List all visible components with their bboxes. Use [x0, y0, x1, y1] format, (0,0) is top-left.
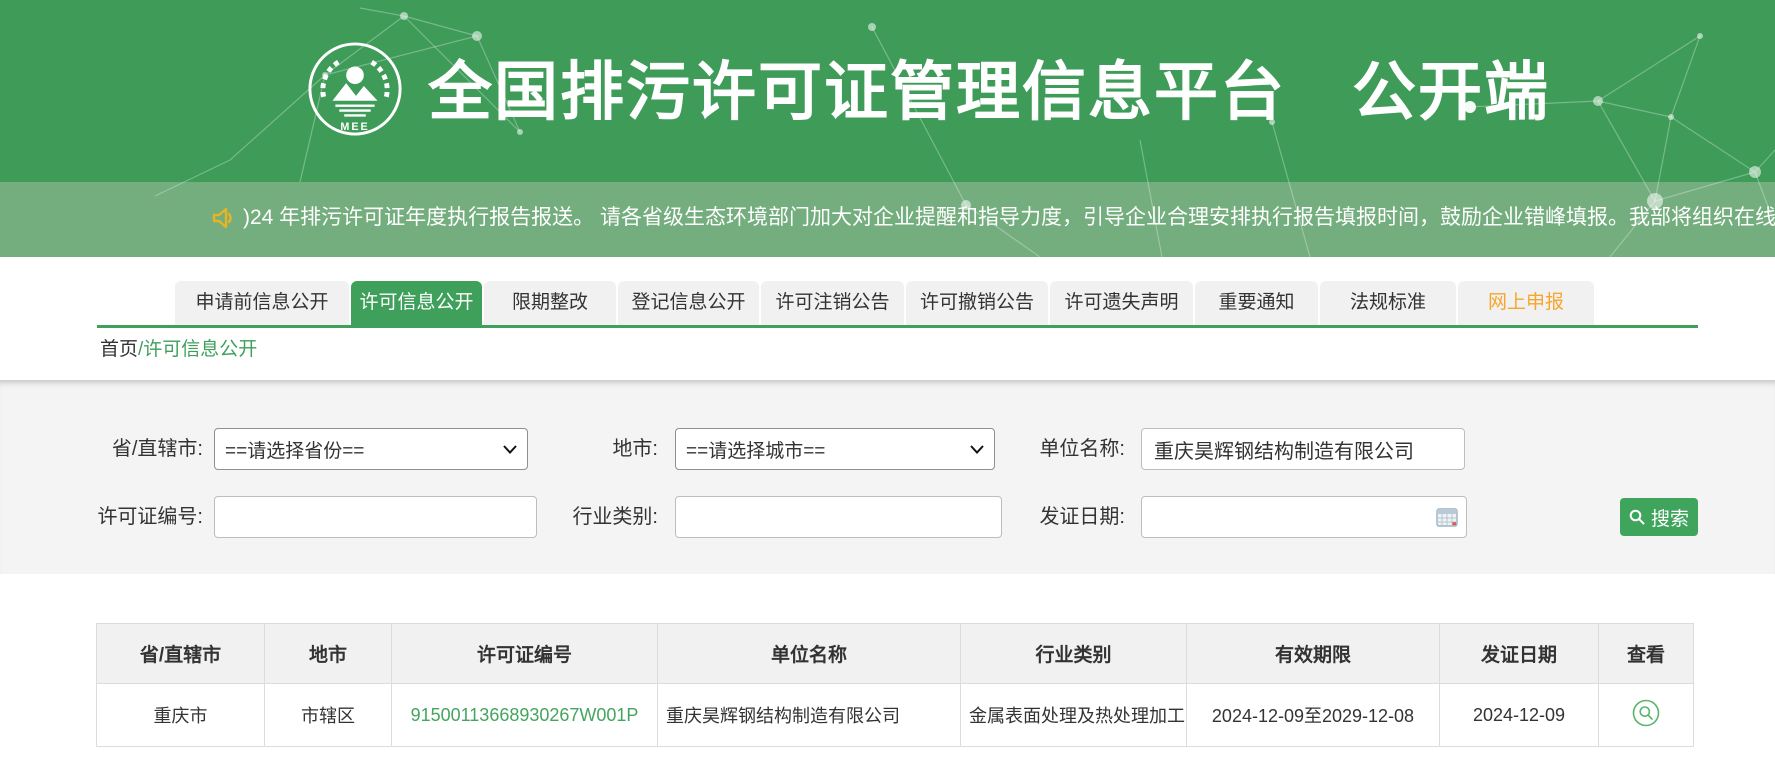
tab-permit-cancellation-notice[interactable]: 许可注销公告	[761, 281, 904, 325]
cell-industry: 金属表面处理及热处理加工	[961, 684, 1187, 747]
tab-deadline-rectification[interactable]: 限期整改	[484, 281, 616, 325]
issue-date-input[interactable]	[1154, 505, 1436, 530]
issue-date-label: 发证日期:	[1020, 496, 1125, 538]
search-button[interactable]: 搜索	[1620, 498, 1698, 536]
svg-text:MEE: MEE	[340, 121, 369, 133]
breadcrumb-current: 许可信息公开	[143, 339, 257, 360]
page: MEE 全国排污许可证管理信息平台 公开端 )24 年排污许可证年度执行报告报送…	[0, 0, 1775, 771]
tab-registration-info[interactable]: 登记信息公开	[618, 281, 759, 325]
permit-number-label: 许可证编号:	[85, 496, 203, 538]
tab-permit-revocation-notice[interactable]: 许可撤销公告	[906, 281, 1048, 325]
chevron-down-icon	[970, 445, 984, 454]
tab-online-declaration[interactable]: 网上申报	[1458, 281, 1594, 325]
search-button-label: 搜索	[1651, 504, 1689, 531]
view-permit-button[interactable]	[1632, 699, 1660, 727]
tab-permit-info-disclosure[interactable]: 许可信息公开	[351, 281, 482, 325]
province-select[interactable]: ==请选择省份==	[214, 428, 528, 470]
speaker-icon	[210, 205, 236, 231]
industry-label: 行业类别:	[540, 496, 658, 538]
tab-regulations-standards[interactable]: 法规标准	[1320, 281, 1456, 325]
calendar-icon[interactable]	[1436, 507, 1458, 527]
search-filter-panel: 省/直辖市: ==请选择省份== 地市: ==请选择城市== 单位名称: 许可证…	[0, 380, 1775, 574]
cell-validity: 2024-12-09至2029-12-08	[1187, 684, 1440, 747]
chevron-down-icon	[503, 445, 517, 454]
tab-underline	[97, 325, 1698, 328]
main-nav: 申请前信息公开 许可信息公开 限期整改 登记信息公开 许可注销公告 许可撤销公告…	[175, 281, 1596, 325]
city-select[interactable]: ==请选择城市==	[675, 428, 995, 470]
table-row: 重庆市 市辖区 91500113668930267W001P 重庆昊辉钢结构制造…	[97, 684, 1694, 747]
mee-logo: MEE	[306, 40, 404, 138]
tab-pre-application-disclosure[interactable]: 申请前信息公开	[175, 281, 349, 325]
col-header-permit-number: 许可证编号	[392, 624, 658, 684]
site-title: 全国排污许可证管理信息平台 公开端	[428, 48, 1628, 136]
permit-number-link[interactable]: 91500113668930267W001P	[411, 705, 639, 725]
tab-important-notice[interactable]: 重要通知	[1195, 281, 1318, 325]
city-label: 地市:	[540, 428, 658, 470]
col-header-company: 单位名称	[658, 624, 961, 684]
breadcrumb-home[interactable]: 首页	[100, 339, 138, 360]
cell-issue-date: 2024-12-09	[1440, 684, 1599, 747]
breadcrumb: 首页/许可信息公开	[100, 338, 257, 362]
col-header-validity: 有效期限	[1187, 624, 1440, 684]
col-header-industry: 行业类别	[961, 624, 1187, 684]
industry-input[interactable]	[675, 496, 1002, 538]
company-name-label: 单位名称:	[1020, 428, 1125, 470]
province-label: 省/直辖市:	[95, 428, 203, 470]
company-name-input[interactable]	[1141, 428, 1465, 470]
magnifier-icon	[1629, 509, 1645, 525]
issue-date-field	[1141, 496, 1467, 538]
results-table: 省/直辖市 地市 许可证编号 单位名称 行业类别 有效期限 发证日期 查看 重庆…	[96, 623, 1694, 747]
col-header-view: 查看	[1599, 624, 1694, 684]
tab-permit-loss-statement[interactable]: 许可遗失声明	[1050, 281, 1193, 325]
col-header-city: 地市	[265, 624, 392, 684]
cell-city: 市辖区	[265, 684, 392, 747]
announcement-text: )24 年排污许可证年度执行报告报送。 请各省级生态环境部门加大对企业提醒和指导…	[243, 201, 1775, 235]
cell-company: 重庆昊辉钢结构制造有限公司	[658, 684, 961, 747]
cell-province: 重庆市	[97, 684, 265, 747]
city-select-value: ==请选择城市==	[686, 436, 970, 463]
magnifier-circle-icon	[1632, 699, 1660, 727]
col-header-province: 省/直辖市	[97, 624, 265, 684]
permit-number-input[interactable]	[214, 496, 537, 538]
col-header-issue-date: 发证日期	[1440, 624, 1599, 684]
province-select-value: ==请选择省份==	[225, 436, 503, 463]
table-header-row: 省/直辖市 地市 许可证编号 单位名称 行业类别 有效期限 发证日期 查看	[97, 624, 1694, 684]
